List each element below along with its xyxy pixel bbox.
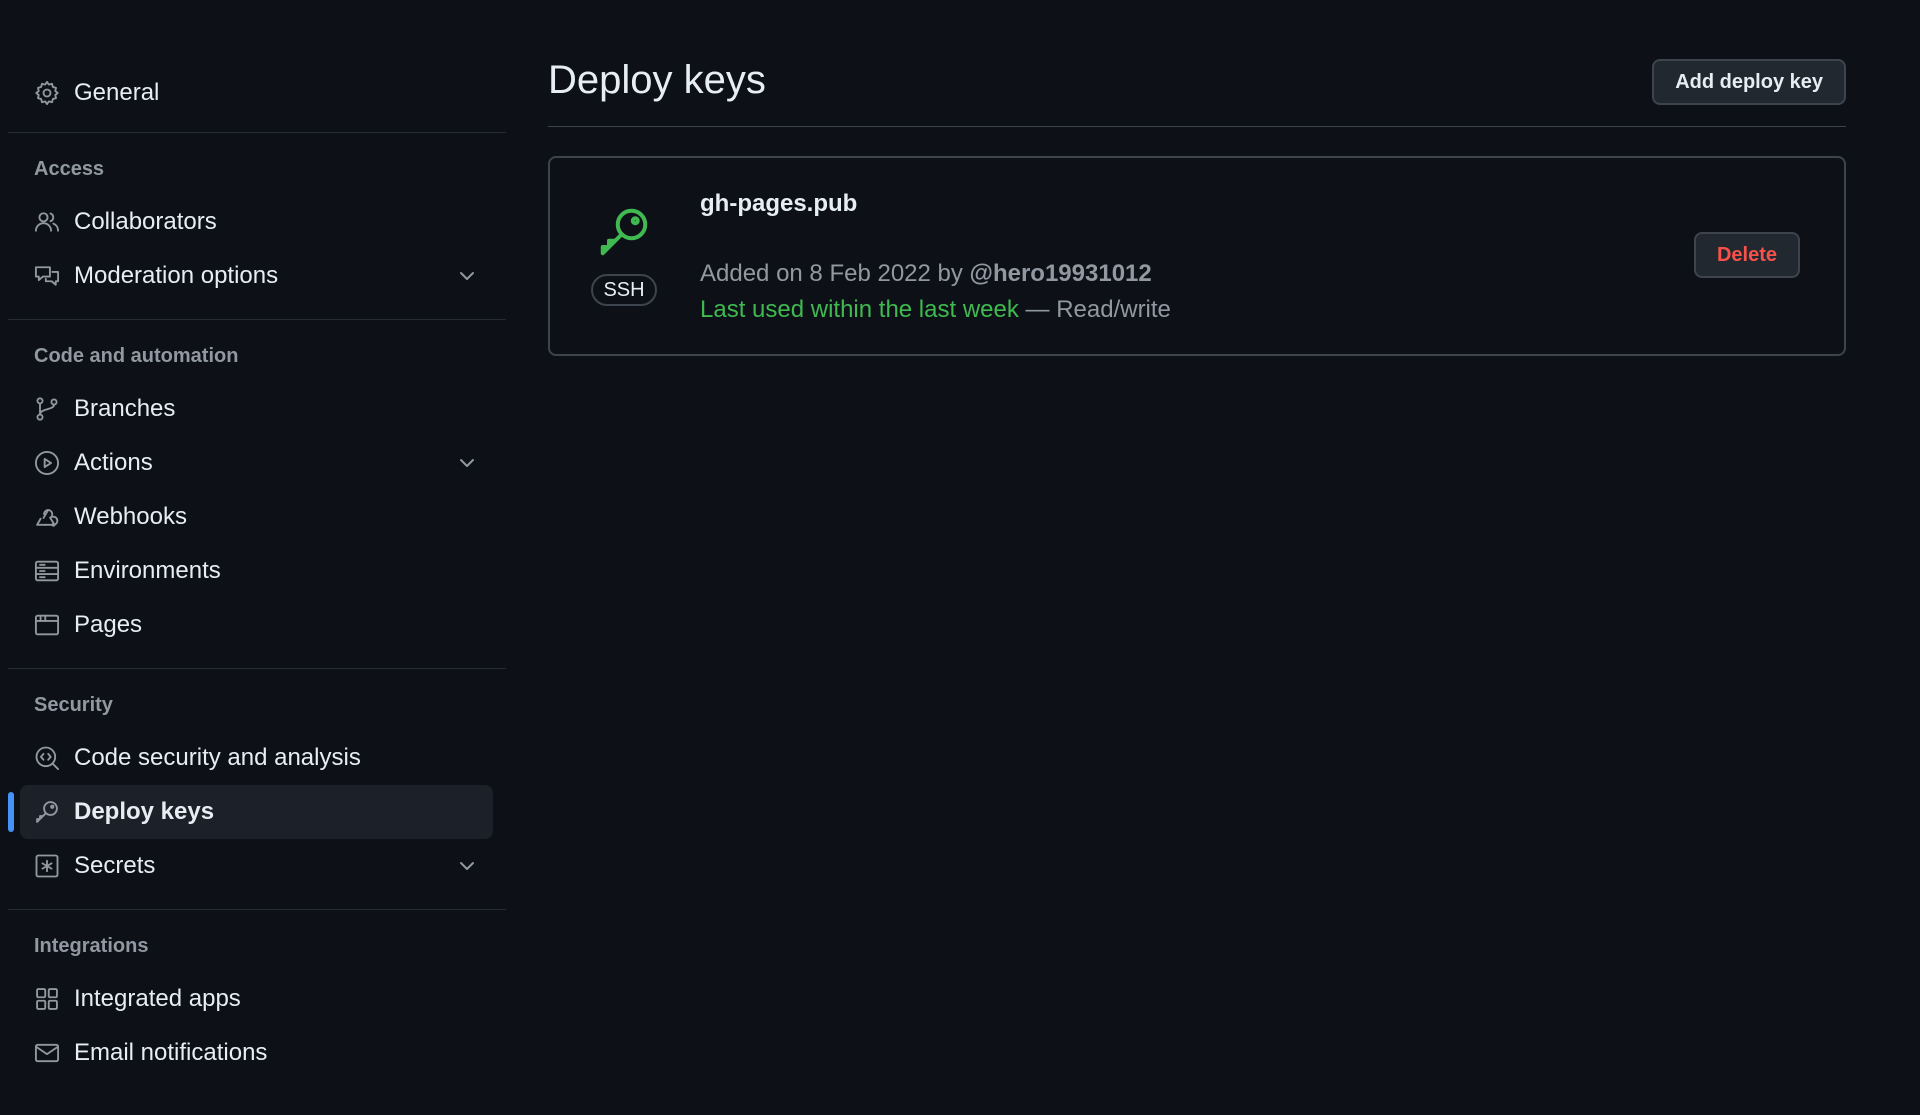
key-usage-info: Last used within the last week — Read/wr… [700,296,1171,324]
key-author[interactable]: @hero19931012 [970,260,1152,287]
add-deploy-key-button[interactable]: Add deploy key [1652,59,1846,105]
page-title: Deploy keys [548,58,766,102]
chevron-down-icon[interactable] [455,854,479,878]
chevron-down-icon[interactable] [455,264,479,288]
sidebar-item-label: Integrated apps [74,985,241,1012]
sidebar-item-label: Code security and analysis [74,744,361,771]
sidebar-item-label: Branches [74,395,176,422]
people-icon [33,208,61,236]
key-icon [33,798,61,826]
title-divider [548,126,1846,127]
sidebar-item-label: Email notifications [74,1039,268,1066]
sidebar-item-label: Actions [74,449,153,476]
section-heading-integrations: Integrations [34,935,149,957]
server-icon [33,557,61,585]
sidebar-item-integrated-apps[interactable]: Integrated apps [20,972,493,1026]
sidebar-item-webhooks[interactable]: Webhooks [20,490,493,544]
active-indicator [8,792,14,832]
settings-sidebar: General Access Collaborators Moderation … [8,0,506,1080]
sidebar-item-label: Collaborators [74,208,217,235]
key-last-used: Last used within the last week [700,296,1019,323]
sidebar-item-label: Pages [74,611,143,638]
sidebar-item-collaborators[interactable]: Collaborators [20,195,493,249]
key-asterisk-icon [33,852,61,880]
sidebar-item-label: Deploy keys [74,798,215,825]
chevron-down-icon[interactable] [455,451,479,475]
apps-icon [33,985,61,1013]
sidebar-item-branches[interactable]: Branches [20,382,493,436]
section-heading-security: Security [34,694,113,716]
sidebar-item-actions[interactable]: Actions [20,436,493,490]
gear-icon [33,79,61,107]
sidebar-item-code-security[interactable]: Code security and analysis [20,731,493,785]
key-usage-separator: — [1025,296,1050,323]
sidebar-item-label: Environments [74,557,221,584]
sidebar-item-label: Moderation options [74,262,279,289]
key-name: gh-pages.pub [700,190,858,217]
sidebar-item-email-notifications[interactable]: Email notifications [20,1026,493,1080]
sidebar-item-secrets[interactable]: Secrets [20,839,493,893]
deploy-key-card: SSH gh-pages.pub Added on 8 Feb 2022 by … [548,156,1846,356]
git-branch-icon [33,395,61,423]
section-heading-access: Access [34,158,105,180]
key-added-text: Added on 8 Feb 2022 by [700,260,963,287]
sidebar-item-deploy-keys[interactable]: Deploy keys [8,785,493,839]
key-permission: Read/write [1056,296,1171,323]
sidebar-item-label: Webhooks [74,503,187,530]
sidebar-item-pages[interactable]: Pages [20,598,493,652]
sidebar-item-label: Secrets [74,852,156,879]
webhook-icon [33,503,61,531]
sidebar-item-general[interactable]: General [20,66,493,120]
key-added-info: Added on 8 Feb 2022 by @hero19931012 [700,260,1152,288]
sidebar-item-environments[interactable]: Environments [20,544,493,598]
sidebar-item-moderation-options[interactable]: Moderation options [20,249,493,303]
key-icon [594,202,654,262]
mail-icon [33,1039,61,1067]
codescan-icon [33,744,61,772]
delete-key-button[interactable]: Delete [1694,232,1800,278]
browser-icon [33,611,61,639]
key-type-badge: SSH [591,274,657,306]
sidebar-item-label: General [74,79,160,106]
comment-discussion-icon [33,262,61,290]
play-icon [33,449,61,477]
section-heading-code-automation: Code and automation [34,345,239,367]
